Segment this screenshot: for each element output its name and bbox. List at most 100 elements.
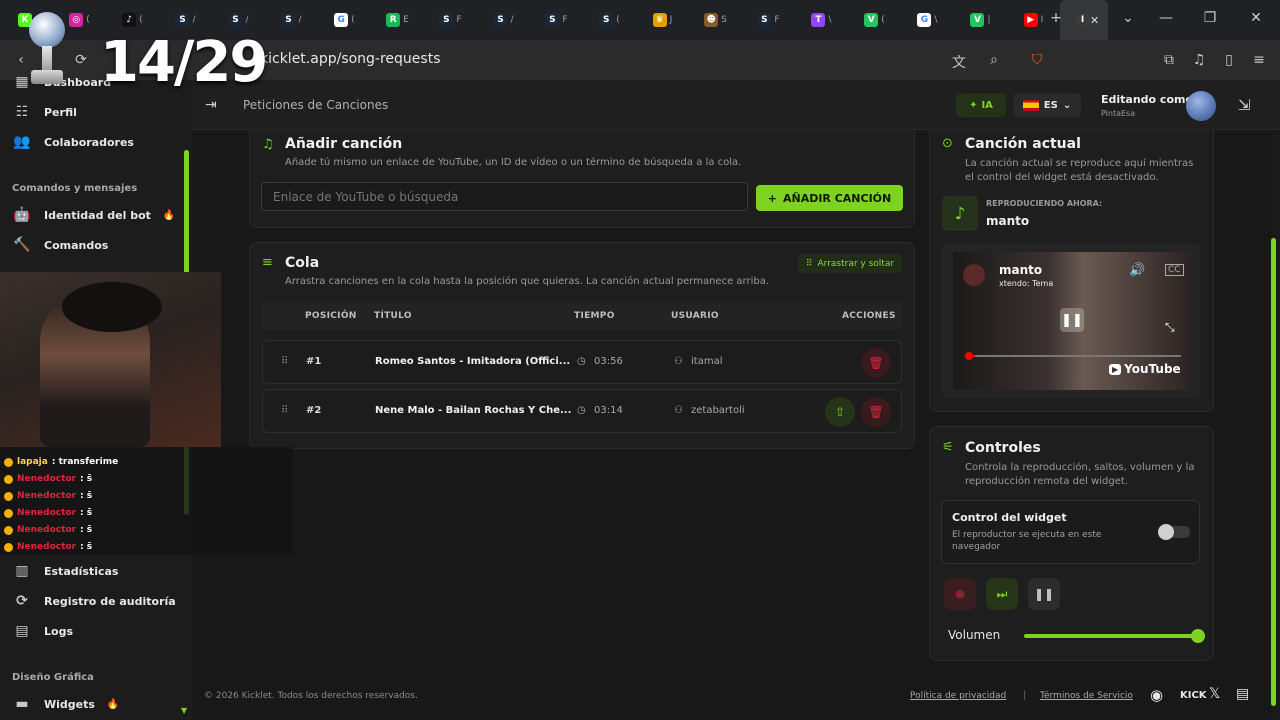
sidebar-item-bot-identity[interactable]: 🤖 Identidad del bot 🔥 [12,204,175,226]
collapse-sidebar-icon[interactable]: ⇥ [205,97,217,113]
close-tab-icon[interactable]: ✕ [1090,14,1099,27]
chat-message: Nenedoctor: s̄ [4,508,92,518]
url-field[interactable]: kicklet.app/song-requests [260,51,441,67]
video-title: manto [999,263,1043,277]
tab-title: / [510,15,514,25]
extensions-icon[interactable]: ⧉ [1160,52,1178,70]
avatar[interactable] [1186,91,1216,121]
delete-button[interactable]: 🗑 [861,397,891,427]
pause-icon[interactable]: ❚❚ [1060,308,1084,332]
browser-tab[interactable]: T \ [795,0,848,40]
zoom-icon[interactable]: ⌕ [985,52,1003,70]
table-row[interactable]: ⠿ #2 Nene Malo - Bailan Rochas Y Che... … [262,389,902,433]
widget-control-description: El reproductor se ejecuta en este navega… [952,530,1102,552]
browser-tab[interactable]: ☻ S [689,0,742,40]
tab-search-icon[interactable]: ⌄ [1118,10,1138,30]
privacy-link[interactable]: Política de privacidad [910,691,1006,701]
browser-tab[interactable]: S / [265,0,318,40]
tab-title: F [562,15,568,25]
captions-icon[interactable]: CC [1165,264,1184,276]
chevron-down-icon: ⌄ [1062,99,1072,111]
volume-slider[interactable] [1024,629,1205,643]
docs-icon[interactable]: ▤ [1236,686,1249,702]
ai-button[interactable]: ✦ IA [956,93,1006,117]
language-selector[interactable]: ES ⌄ [1013,93,1081,117]
skip-button[interactable]: ⏭ [986,578,1018,610]
drag-handle-icon[interactable]: ⠿ [281,356,288,367]
tab-title: / [245,15,249,25]
x-twitter-icon[interactable]: 𝕏 [1209,686,1220,702]
google-icon: G [917,13,932,27]
youtube-player[interactable]: manto xtendo: Tema 🔊 CC ❚❚ ⤡ ▶ YouTube [953,252,1190,390]
fullscreen-icon[interactable]: ⤡ [1165,320,1175,335]
sidebar-item-audit-log[interactable]: ⟳ Registro de auditoría [12,590,176,612]
stop-button[interactable]: ⊗ [944,578,976,610]
volume-label: Volumen [948,628,1001,642]
browser-tab[interactable]: V( [848,0,901,40]
play-circle-icon: ⊙ [942,136,953,151]
browser-tab[interactable]: SF [530,0,583,40]
tab-title: ( [616,15,620,25]
header-actions: ACCIONES [842,311,896,321]
channel-avatar [963,264,985,286]
widget-control-toggle[interactable] [1158,524,1190,540]
drag-handle-icon[interactable]: ⠿ [281,405,288,416]
browser-tab[interactable]: I [1060,0,1108,40]
menu-icon[interactable]: ≡ [1250,52,1268,70]
browser-tab[interactable]: RE [371,0,424,40]
browser-tab[interactable]: SF [424,0,477,40]
chat-text: : transferime [51,457,119,467]
logout-icon[interactable]: ⇲ [1238,96,1251,114]
steam-icon: S [599,13,614,27]
sidebar-item-collaborators[interactable]: 👥 Colaboradores [12,131,134,153]
row-user: zetabartoli [691,405,745,416]
delete-button[interactable]: 🗑 [861,348,891,378]
sidebar-item-label: Estadísticas [44,564,119,578]
browser-tab[interactable]: V | [954,0,1007,40]
add-song-button[interactable]: + AÑADIR CANCIÓN [756,185,903,211]
flame-icon: 🔥 [162,209,176,221]
sidebar-section-commands: Comandos y mensajes [12,183,138,194]
browser-tab[interactable]: S( [583,0,636,40]
sidebar-item-profile[interactable]: ☷ Perfil [12,101,77,123]
pause-button[interactable]: ❚❚ [1028,578,1060,610]
browser-tab[interactable]: G \ [901,0,954,40]
minimize-button[interactable]: — [1156,10,1176,30]
browser-tab[interactable]: G( [318,0,371,40]
sidebar-toggle-icon[interactable]: ▯ [1220,52,1238,70]
sidebar-item-widgets[interactable]: ▬ Widgets 🔥 [12,693,119,715]
kick-icon[interactable]: KICK [1180,690,1207,701]
volume-icon[interactable]: 🔊 [1129,263,1145,278]
youtube-logo[interactable]: ▶ YouTube [1109,362,1181,376]
video-progress-track[interactable] [967,355,1181,357]
restore-button[interactable]: ❐ [1200,10,1220,30]
row-position: #1 [306,356,322,367]
scroll-down-icon[interactable]: ▼ [181,706,187,715]
trash-icon: 🗑 [868,405,884,419]
sidebar-item-logs[interactable]: ▤ Logs [12,620,73,642]
table-row[interactable]: ⠿ #1 Romeo Santos - Imitadora (Offici...… [262,340,902,384]
volume-knob[interactable] [1191,629,1205,643]
song-search-input[interactable] [261,182,748,211]
badge-icon [4,457,13,467]
move-up-button[interactable]: ⇧ [825,397,855,427]
sidebar-item-stats[interactable]: ▥ Estadísticas [12,560,118,582]
audit-icon: ⟳ [16,593,28,609]
new-tab-button[interactable]: + [1046,10,1066,30]
brave-shield-icon[interactable]: ⛉ [1028,52,1046,70]
discord-icon[interactable]: ◉ [1150,686,1163,704]
reload-icon[interactable]: ⟳ [72,52,90,70]
close-window-button[interactable]: ✕ [1246,10,1266,30]
browser-tab[interactable]: S / [477,0,530,40]
media-icon[interactable]: ♫ [1190,52,1208,70]
tab-title: ( [351,15,355,25]
chat-overlay: lapaja: transferime Nenedoctor: s̄ Nenedoc… [0,447,293,555]
google-icon: G [334,13,349,27]
sidebar-item-commands[interactable]: 🔨 Comandos [12,234,108,256]
translate-icon[interactable]: 文 [950,52,968,71]
video-progress-knob[interactable] [965,352,973,360]
browser-tab[interactable]: SF [742,0,795,40]
terms-link[interactable]: Términos de Servicio [1040,691,1133,701]
main-scrollbar[interactable] [1271,238,1276,706]
browser-tab[interactable]: ♛ J [636,0,689,40]
